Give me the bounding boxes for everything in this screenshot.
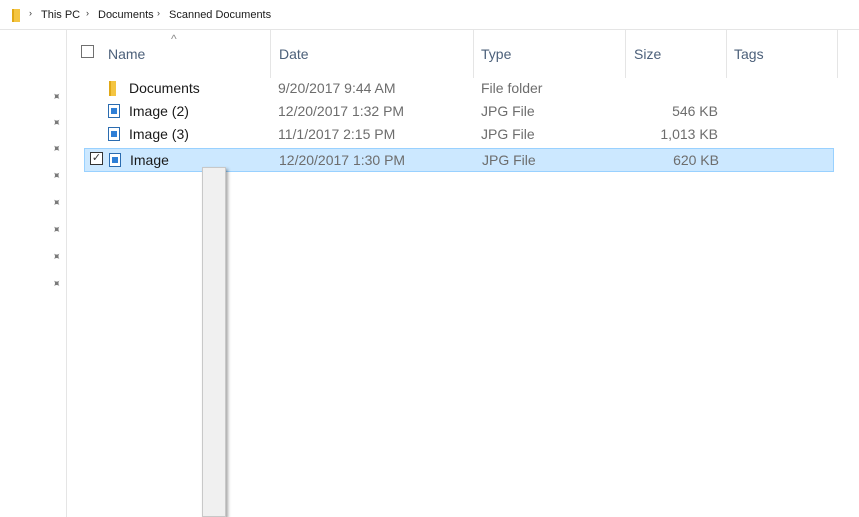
pin-icon[interactable]: ✦	[48, 222, 65, 239]
file-date: 11/1/2017 2:15 PM	[278, 126, 396, 142]
column-divider[interactable]	[625, 30, 626, 78]
file-date: 12/20/2017 1:30 PM	[279, 152, 406, 168]
breadcrumb-item-this-pc[interactable]: This PC	[41, 9, 80, 21]
file-size: 546 KB	[672, 103, 718, 119]
column-divider[interactable]	[726, 30, 727, 78]
pin-icon[interactable]: ✦	[48, 249, 65, 266]
file-type: JPG File	[482, 152, 536, 168]
file-date: 9/20/2017 9:44 AM	[278, 80, 396, 96]
chevron-right-icon[interactable]: ›	[86, 8, 89, 18]
pin-icon[interactable]: ✦	[48, 195, 65, 212]
breadcrumb-item-scanned-documents[interactable]: Scanned Documents	[169, 9, 271, 21]
pane-divider[interactable]	[66, 30, 67, 517]
file-date: 12/20/2017 1:32 PM	[278, 103, 405, 119]
chevron-right-icon[interactable]: ›	[29, 8, 32, 18]
file-row-image[interactable]: ✓ Image 12/20/2017 1:30 PM JPG File 620 …	[84, 148, 834, 172]
pin-icon[interactable]: ✦	[48, 168, 65, 185]
pin-icon[interactable]: ✦	[48, 276, 65, 293]
navigation-pane: ✦ ✦ ✦ ✦ ✦ ✦ ✦ ✦	[0, 30, 66, 517]
popup-menu[interactable]	[202, 167, 226, 517]
file-size: 1,013 KB	[660, 126, 718, 142]
row-checkbox[interactable]: ✓	[90, 152, 103, 165]
file-type: JPG File	[481, 103, 535, 119]
file-name: Documents	[129, 80, 200, 96]
file-row-image-3[interactable]: Image (3) 11/1/2017 2:15 PM JPG File 1,0…	[84, 124, 834, 146]
file-type: File folder	[481, 80, 543, 96]
column-header: ^ Name Date Type Size Tags	[67, 30, 859, 78]
column-name[interactable]: Name	[108, 46, 145, 62]
file-name: Image (3)	[129, 126, 189, 142]
file-row-image-2[interactable]: Image (2) 12/20/2017 1:32 PM JPG File 54…	[84, 101, 834, 123]
address-breadcrumb: › This PC › Documents › Scanned Document…	[0, 0, 859, 30]
column-tags[interactable]: Tags	[734, 46, 764, 62]
select-all-checkbox[interactable]	[81, 45, 94, 58]
column-divider[interactable]	[473, 30, 474, 78]
file-name: Image (2)	[129, 103, 189, 119]
pin-icon[interactable]: ✦	[48, 141, 65, 158]
column-date[interactable]: Date	[279, 46, 309, 62]
folder-icon	[12, 9, 20, 22]
column-type[interactable]: Type	[481, 46, 511, 62]
column-divider[interactable]	[270, 30, 271, 78]
sort-ascending-icon: ^	[171, 32, 177, 46]
file-size: 620 KB	[673, 152, 719, 168]
column-divider[interactable]	[837, 30, 838, 78]
breadcrumb-item-documents[interactable]: Documents	[98, 9, 154, 21]
chevron-right-icon[interactable]: ›	[157, 8, 160, 18]
file-name: Image	[130, 152, 169, 168]
jpg-file-icon	[108, 104, 120, 118]
jpg-file-icon	[109, 153, 121, 167]
file-row-documents[interactable]: Documents 9/20/2017 9:44 AM File folder	[84, 78, 834, 100]
jpg-file-icon	[108, 127, 120, 141]
folder-icon	[109, 81, 116, 96]
pin-icon[interactable]: ✦	[48, 115, 65, 132]
file-type: JPG File	[481, 126, 535, 142]
pin-icon[interactable]: ✦	[48, 89, 65, 106]
column-size[interactable]: Size	[634, 46, 661, 62]
